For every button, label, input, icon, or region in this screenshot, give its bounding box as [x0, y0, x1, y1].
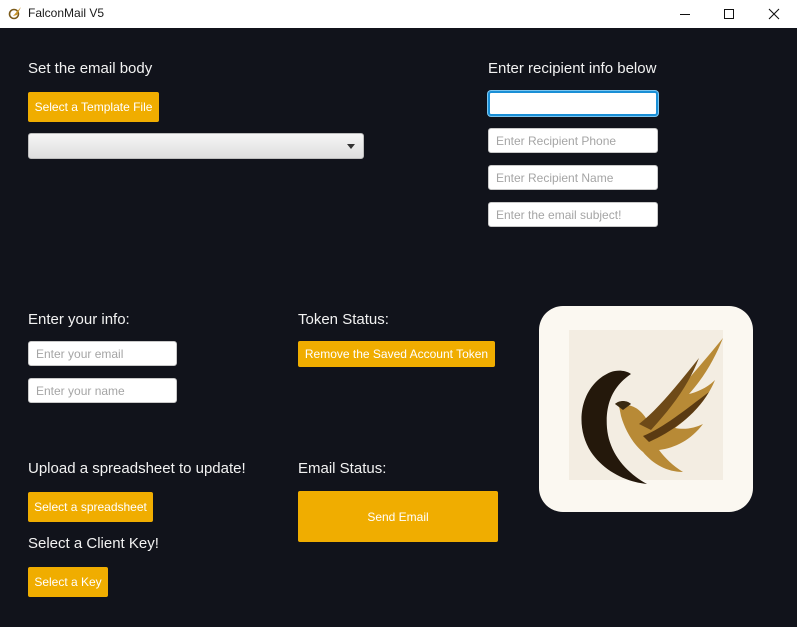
- falcon-logo-image: [569, 330, 723, 484]
- minimize-button[interactable]: [662, 0, 708, 28]
- email-body-heading: Set the email body: [28, 60, 153, 77]
- window-title: FalconMail V5: [28, 6, 105, 20]
- select-template-button[interactable]: Select a Template File: [28, 92, 159, 122]
- title-bar: FalconMail V5: [0, 0, 797, 29]
- template-select[interactable]: [28, 133, 364, 159]
- close-button[interactable]: [751, 0, 797, 28]
- recipient-name-field[interactable]: [488, 165, 658, 190]
- recipient-heading: Enter recipient info below: [488, 60, 657, 77]
- close-icon: [768, 8, 780, 20]
- spreadsheet-heading: Upload a spreadsheet to update!: [28, 460, 246, 477]
- recipient-email-field[interactable]: [488, 91, 658, 116]
- client-key-heading: Select a Client Key!: [28, 535, 159, 552]
- your-email-field[interactable]: [28, 341, 177, 366]
- maximize-icon: [724, 9, 734, 19]
- email-subject-field[interactable]: [488, 202, 658, 227]
- maximize-button[interactable]: [706, 0, 752, 28]
- falcon-logo: [539, 306, 753, 512]
- select-spreadsheet-button[interactable]: Select a spreadsheet: [28, 492, 153, 522]
- remove-token-button[interactable]: Remove the Saved Account Token: [298, 341, 495, 367]
- falcon-feather-icon: [8, 7, 21, 20]
- send-email-button[interactable]: Send Email: [298, 491, 498, 542]
- minimize-icon: [680, 14, 690, 15]
- main-panel: Set the email body Select a Template Fil…: [0, 28, 797, 627]
- token-status-heading: Token Status:: [298, 311, 389, 328]
- user-info-heading: Enter your info:: [28, 311, 130, 328]
- select-key-button[interactable]: Select a Key: [28, 567, 108, 597]
- chevron-down-icon: [347, 144, 355, 149]
- recipient-phone-field[interactable]: [488, 128, 658, 153]
- email-status-heading: Email Status:: [298, 460, 387, 477]
- your-name-field[interactable]: [28, 378, 177, 403]
